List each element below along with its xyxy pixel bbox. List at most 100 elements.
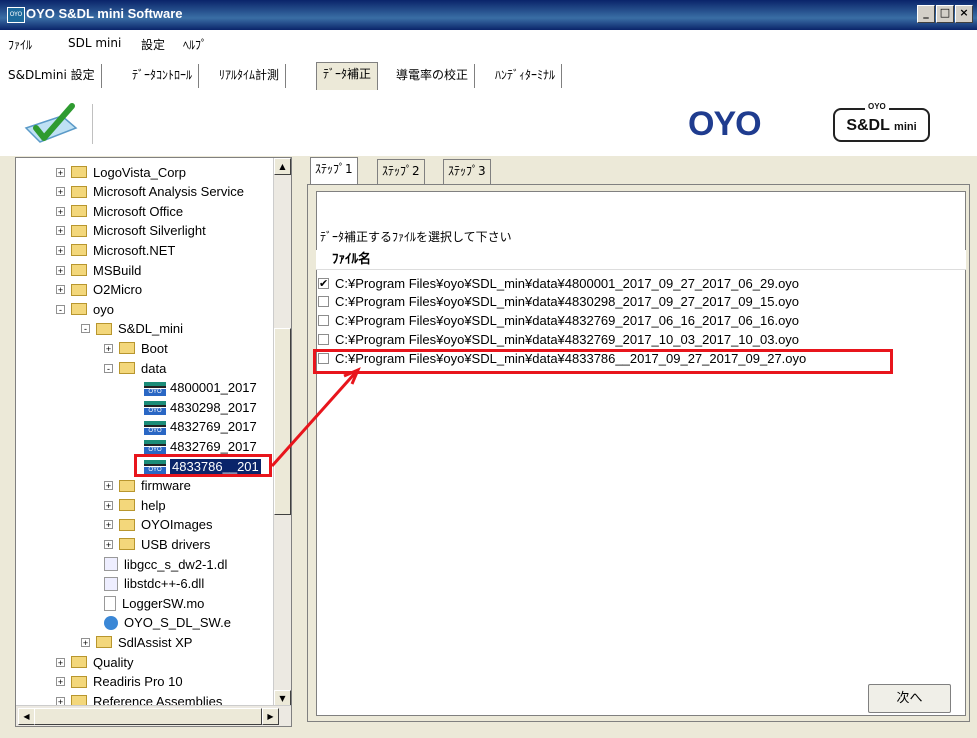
scroll-up-button[interactable]: ▲ [274, 158, 291, 175]
folder-icon [119, 362, 135, 374]
tree-item-label: LogoVista_Corp [93, 164, 186, 180]
tree-item[interactable]: + Quality [56, 652, 133, 672]
expand-icon[interactable]: + [56, 167, 65, 177]
oyo-file-icon: OYO [144, 438, 166, 455]
tree-vertical-scrollbar[interactable]: ▲ ▼ [273, 158, 291, 707]
menu-file[interactable]: ﾌｧｲﾙ [8, 36, 32, 53]
file-checkbox[interactable] [318, 296, 329, 308]
tree-item[interactable]: OYO 4800001_2017 [144, 378, 257, 398]
tree-item[interactable]: OYO 4832769_2017 [144, 417, 257, 437]
exe-file-icon [104, 615, 118, 630]
folder-icon [71, 185, 87, 198]
tree-item[interactable]: libstdc++-6.dll [104, 574, 204, 594]
expand-icon[interactable]: + [56, 245, 65, 255]
tab-data-control[interactable]: ﾃﾞｰﾀｺﾝﾄﾛｰﾙ [126, 64, 200, 88]
title-bar: OYO OYO S&DL mini Software _ □ × [0, 0, 977, 30]
menu-help[interactable]: ﾍﾙﾌﾟ [183, 36, 207, 53]
tree-item[interactable]: + O2Micro [56, 280, 142, 300]
check-icon[interactable] [22, 102, 82, 148]
tree-item[interactable]: + Microsoft.NET [56, 240, 175, 260]
toolbar-separator [92, 104, 93, 144]
maximize-button[interactable]: □ [936, 5, 954, 23]
expand-icon[interactable]: + [81, 637, 90, 647]
file-row[interactable]: ✔ C:¥Program Files¥oyo¥SDL_min¥data¥48000… [318, 274, 799, 292]
tree-item[interactable]: + Microsoft Office [56, 201, 183, 221]
tree-item[interactable]: OYO_S_DL_SW.e [104, 613, 231, 633]
folder-icon [71, 166, 87, 178]
tree-item[interactable]: + USB drivers [104, 534, 210, 554]
menu-sdl-mini[interactable]: SDL mini [68, 36, 121, 50]
expand-icon[interactable]: + [104, 520, 113, 530]
file-checkbox[interactable] [318, 315, 329, 327]
tree-item[interactable]: + help [104, 495, 166, 515]
expand-icon[interactable]: + [104, 343, 113, 353]
expand-icon[interactable]: + [56, 265, 65, 275]
tree-item-label: Microsoft Silverlight [93, 223, 206, 239]
folder-icon [119, 518, 135, 531]
tree-item-label: Boot [141, 340, 168, 356]
scroll-right-button[interactable]: ▶ [262, 708, 279, 725]
sdl-mini-logo: OYO S&DL mini [833, 102, 930, 142]
tree-item[interactable]: + Microsoft Analysis Service [56, 182, 244, 202]
collapse-icon[interactable]: - [104, 363, 113, 373]
tab-step-3[interactable]: ｽﾃｯﾌﾟ3 [443, 159, 491, 184]
tab-step-2[interactable]: ｽﾃｯﾌﾟ2 [377, 159, 425, 184]
tree-item[interactable]: - data [104, 358, 166, 378]
scroll-left-button[interactable]: ◀ [18, 708, 35, 725]
tab-realtime-measure[interactable]: ﾘｱﾙﾀｲﾑ計測 [213, 64, 287, 88]
file-checkbox[interactable]: ✔ [318, 277, 329, 289]
tree-item-label: libstdc++-6.dll [124, 576, 205, 592]
tree-item-label: Quality [93, 654, 134, 670]
tree-item[interactable]: + LogoVista_Corp [56, 162, 186, 182]
tree-item[interactable]: + MSBuild [56, 260, 141, 280]
folder-icon [119, 538, 135, 551]
scroll-thumb[interactable] [274, 328, 291, 515]
tree-item[interactable]: - oyo [56, 299, 114, 319]
expand-icon[interactable]: + [104, 500, 113, 510]
tab-step-1[interactable]: ｽﾃｯﾌﾟ1 [310, 157, 358, 186]
file-checkbox[interactable] [318, 333, 329, 345]
tree-item[interactable]: + SdlAssist XP [81, 632, 192, 652]
tree-item-label: OYO_S_DL_SW.e [124, 615, 231, 631]
tree-item[interactable]: LoggerSW.mo [104, 593, 204, 613]
collapse-icon[interactable]: - [81, 324, 90, 334]
tree-item-label: SdlAssist XP [118, 634, 193, 650]
tree-item-label: Readiris Pro 10 [93, 674, 183, 690]
tree-item[interactable]: + OYOImages [104, 515, 213, 535]
tree-horizontal-scrollbar[interactable]: ◀ ▶ [16, 705, 291, 726]
tab-data-correction[interactable]: ﾃﾞｰﾀ補正 [316, 62, 379, 91]
tab-sdlmini-settings[interactable]: S&DLmini 設定 [2, 64, 102, 88]
tree-item-label: firmware [141, 478, 191, 494]
tree-item-label: USB drivers [141, 536, 211, 552]
window-title: OYO S&DL mini Software [26, 6, 183, 21]
file-tree-panel: + LogoVista_Corp + Microsoft Analysis Servi… [15, 157, 292, 727]
expand-icon[interactable]: + [56, 657, 65, 667]
folder-icon [71, 244, 87, 257]
tree-item[interactable]: + Readiris Pro 10 [56, 672, 183, 692]
tab-handy-terminal[interactable]: ﾊﾝﾃﾞｨﾀｰﾐﾅﾙ [489, 64, 563, 88]
close-button[interactable]: × [955, 5, 973, 23]
hscroll-thumb[interactable] [34, 708, 262, 725]
menu-settings[interactable]: 設定 [141, 36, 165, 53]
expand-icon[interactable]: + [56, 677, 65, 687]
tab-conductivity-calibration[interactable]: 導電率の校正 [390, 64, 476, 88]
expand-icon[interactable]: + [56, 206, 65, 216]
tree-item-label: help [141, 497, 166, 513]
expand-icon[interactable]: + [56, 226, 65, 236]
file-row[interactable]: C:¥Program Files¥oyo¥SDL_min¥data¥483276… [318, 330, 799, 348]
tree-item[interactable]: OYO 4830298_2017 [144, 397, 257, 417]
tree-item[interactable]: libgcc_s_dw2-1.dl [104, 554, 227, 574]
expand-icon[interactable]: + [56, 285, 65, 295]
expand-icon[interactable]: + [104, 539, 113, 549]
tree-item[interactable]: - S&DL_mini [81, 319, 183, 339]
collapse-icon[interactable]: - [56, 304, 65, 314]
file-row[interactable]: C:¥Program Files¥oyo¥SDL_min¥data¥483276… [318, 312, 799, 330]
tree-item[interactable]: + Microsoft Silverlight [56, 221, 206, 241]
expand-icon[interactable]: + [56, 187, 65, 197]
minimize-button[interactable]: _ [917, 5, 935, 23]
next-button[interactable]: 次へ [868, 684, 951, 713]
expand-icon[interactable]: + [104, 481, 113, 491]
tree-item[interactable]: + firmware [104, 476, 191, 496]
tree-item[interactable]: + Boot [104, 338, 168, 358]
file-row[interactable]: C:¥Program Files¥oyo¥SDL_min¥data¥483029… [318, 293, 799, 311]
